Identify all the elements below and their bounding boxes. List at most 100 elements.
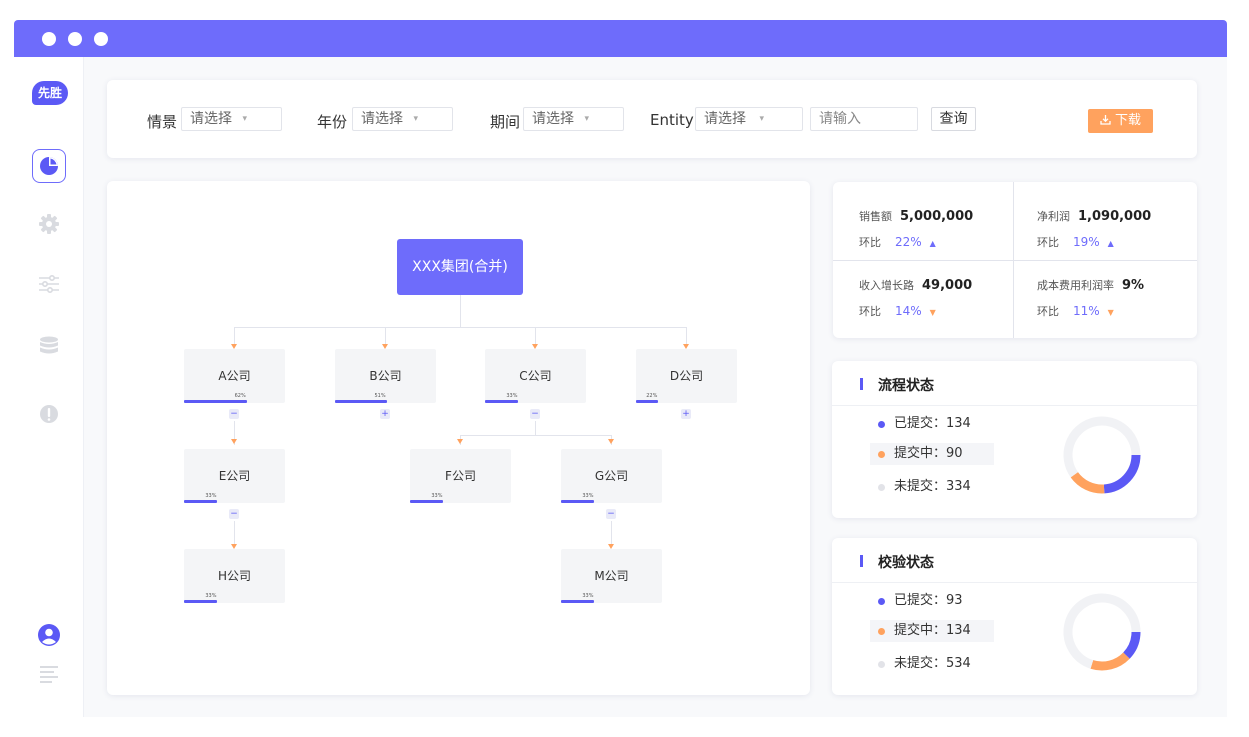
node-label: H公司 — [217, 569, 252, 583]
scene-select-value: 请选择 — [190, 111, 232, 127]
window-titlebar — [14, 20, 1227, 57]
sidebar: 先胜 — [14, 57, 84, 717]
kpi-value: 1,090,000 — [1078, 209, 1152, 224]
period-select[interactable]: 请选择 ▾ — [523, 107, 624, 131]
period-label: 期间 — [490, 113, 521, 131]
expand-toggle[interactable]: + — [380, 409, 390, 419]
sidebar-item-user[interactable] — [32, 618, 66, 652]
flow-status-not-submitted[interactable]: 未提交：334 — [870, 476, 994, 498]
check-status-donut — [1063, 593, 1141, 671]
user-avatar-icon — [38, 624, 60, 646]
node-label: E公司 — [218, 469, 251, 483]
node-label: C公司 — [519, 369, 552, 383]
kpi-label: 销售额 — [859, 210, 892, 223]
scene-label: 情景 — [147, 113, 178, 131]
tree-node-e[interactable]: E公司 33% — [184, 449, 285, 503]
tree-node-d[interactable]: D公司 22% — [636, 349, 737, 403]
collapse-toggle[interactable]: − — [229, 409, 239, 419]
entity-select[interactable]: 请选择 ▾ — [695, 107, 803, 131]
collapse-toggle[interactable]: − — [530, 409, 540, 419]
check-status-title: 校验状态 — [860, 552, 934, 572]
sidebar-item-info[interactable] — [32, 397, 66, 431]
kpi-value: 5,000,000 — [900, 209, 974, 224]
node-progress-bar — [335, 400, 387, 403]
expand-toggle[interactable]: + — [681, 409, 691, 419]
check-status-submitted[interactable]: 已提交：93 — [870, 590, 994, 612]
window-minimize-dot[interactable] — [68, 32, 82, 46]
window-close-dot[interactable] — [42, 32, 56, 46]
tree-node-f[interactable]: F公司 33% — [410, 449, 511, 503]
download-icon — [1100, 115, 1111, 125]
flow-status-title: 流程状态 — [860, 375, 934, 395]
window-maximize-dot[interactable] — [94, 32, 108, 46]
legend-text: 已提交：93 — [894, 593, 963, 608]
node-progress-bar — [485, 400, 519, 403]
sidebar-item-settings[interactable] — [32, 207, 66, 241]
tree-node-b[interactable]: B公司 51% — [335, 349, 436, 403]
node-progress-text: 33% — [582, 593, 594, 599]
collapse-toggle[interactable]: − — [229, 509, 239, 519]
check-status-panel: 校验状态 已提交：93 提交中：134 未提交：534 — [832, 538, 1197, 695]
kpi-label: 成本费用利润率 — [1037, 279, 1114, 292]
chevron-down-icon: ▾ — [584, 114, 589, 124]
tree-connector — [234, 327, 686, 328]
year-select[interactable]: 请选择 ▾ — [352, 107, 453, 131]
chevron-down-icon: ▾ — [413, 114, 418, 124]
year-select-value: 请选择 — [361, 111, 403, 127]
org-tree-panel: XXX集团(合并) A公司 62% B公司 51% C公司 33% D公司 22… — [107, 181, 810, 695]
tree-connector — [535, 421, 536, 435]
tree-root-node[interactable]: XXX集团(合并) — [397, 239, 523, 295]
query-button[interactable]: 查询 — [931, 107, 976, 131]
info-circle-icon — [40, 405, 58, 423]
tree-connector — [535, 327, 536, 345]
entity-search-placeholder: 请输入 — [819, 111, 861, 127]
legend-dot — [878, 484, 885, 491]
sidebar-item-filters[interactable] — [32, 267, 66, 301]
donut-segment-0 — [1103, 454, 1141, 494]
kpi-value: 9% — [1122, 278, 1145, 293]
flow-status-submitted[interactable]: 已提交：134 — [870, 413, 994, 435]
kpi-cost-profit-rate: 成本费用利润率 9% — [1037, 277, 1144, 293]
kpi-stats-panel: 销售额 5,000,000 环比 22% ▲ 净利润 1,090,000 环比 19% ▲ … — [833, 182, 1197, 338]
kpi-net-profit: 净利润 1,090,000 — [1037, 208, 1151, 224]
tree-node-h[interactable]: H公司 33% — [184, 549, 285, 603]
sidebar-item-menu[interactable] — [32, 657, 66, 691]
node-label: B公司 — [369, 369, 402, 383]
kpi-sales: 销售额 5,000,000 — [859, 208, 973, 224]
kpi-revenue-growth-change: 环比 14% ▼ — [859, 303, 936, 319]
flow-status-submitting[interactable]: 提交中：90 — [870, 443, 994, 465]
legend-text: 未提交：534 — [894, 656, 971, 671]
sidebar-item-dashboard[interactable] — [32, 149, 66, 183]
kpi-pct: 14% — [895, 304, 922, 318]
collapse-toggle[interactable]: − — [606, 509, 616, 519]
node-progress-text: 33% — [582, 493, 594, 499]
kpi-sub-label: 环比 — [859, 236, 881, 249]
entity-search-input[interactable]: 请输入 — [810, 107, 918, 131]
panel-divider — [832, 582, 1197, 583]
legend-dot — [878, 451, 885, 458]
kpi-divider — [833, 260, 1197, 261]
kpi-sub-label: 环比 — [1037, 305, 1059, 318]
donut-segment-1 — [1070, 471, 1105, 494]
donut-segment-2 — [1063, 416, 1141, 478]
node-label: G公司 — [594, 469, 629, 483]
tree-connector — [611, 521, 612, 545]
download-button[interactable]: 下载 — [1088, 109, 1153, 133]
node-progress-text: 51% — [374, 393, 386, 399]
legend-dot — [878, 421, 885, 428]
check-status-not-submitted[interactable]: 未提交：534 — [870, 653, 994, 675]
check-status-submitting[interactable]: 提交中：134 — [870, 620, 994, 642]
trend-down-icon: ▼ — [1107, 308, 1114, 317]
tree-node-a[interactable]: A公司 62% — [184, 349, 285, 403]
tree-node-m[interactable]: M公司 33% — [561, 549, 662, 603]
kpi-pct: 22% — [895, 235, 922, 249]
sidebar-item-database[interactable] — [32, 329, 66, 363]
entity-label: Entity — [650, 111, 694, 129]
tree-node-g[interactable]: G公司 33% — [561, 449, 662, 503]
legend-dot — [878, 598, 885, 605]
tree-connector — [385, 327, 386, 345]
tree-node-c[interactable]: C公司 33% — [485, 349, 586, 403]
legend-text: 已提交：134 — [894, 416, 971, 431]
scene-select[interactable]: 请选择 ▾ — [181, 107, 282, 131]
donut-segment-0 — [1123, 631, 1141, 659]
